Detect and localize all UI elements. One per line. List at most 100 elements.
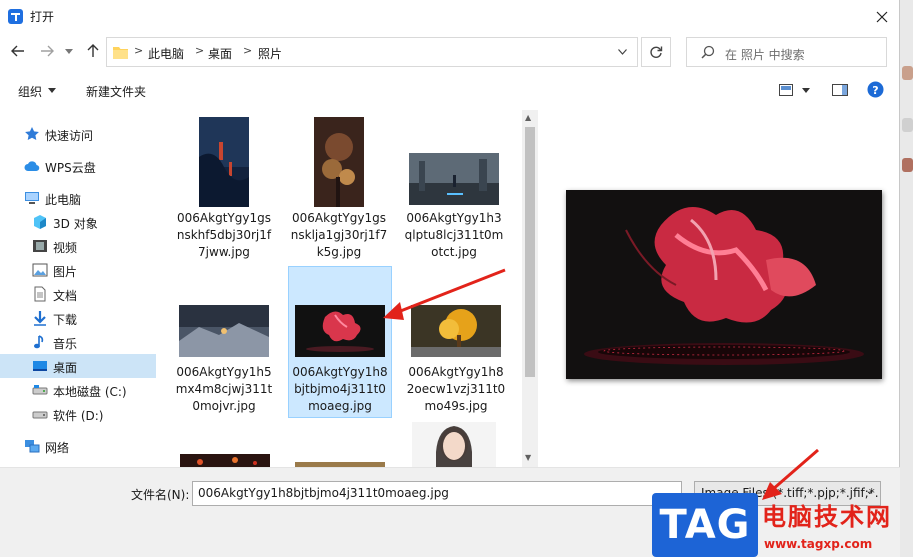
- up-button[interactable]: [82, 40, 104, 62]
- image-thumbnail: [199, 117, 249, 207]
- nav-item-wps-cloud[interactable]: WPS云盘: [0, 154, 156, 178]
- search-box[interactable]: 在 照片 中搜索: [686, 37, 887, 67]
- search-placeholder: 在 照片 中搜索: [725, 48, 805, 62]
- nav-item-downloads[interactable]: 下载: [0, 306, 156, 330]
- chevron-down-icon: [617, 49, 627, 55]
- arrow-up-icon: [87, 44, 99, 57]
- watermark-tag-logo: TAG: [652, 493, 758, 557]
- close-button[interactable]: [864, 0, 900, 33]
- arrow-left-icon: [11, 45, 24, 57]
- computer-icon: [25, 192, 39, 204]
- nav-item-music[interactable]: 音乐: [0, 330, 156, 354]
- command-bar: 组织 新建文件夹 ?: [0, 76, 900, 104]
- file-list: 006AkgtYgy1gs nskhf5dbj30rj1f 7jww.jpg 006…: [165, 110, 522, 467]
- download-icon: [34, 311, 46, 326]
- network-icon: [25, 440, 40, 453]
- new-folder-button[interactable]: 新建文件夹: [86, 83, 146, 100]
- scroll-down-icon[interactable]: ▼: [525, 453, 531, 462]
- chevron-down-icon: [65, 48, 73, 54]
- background-app-strip: [900, 0, 913, 557]
- video-icon: [33, 240, 47, 252]
- navigation-pane: 快速访问 WPS云盘 此电脑 3D 对象 视频 图片 文档 下载 音乐 桌面 本…: [0, 110, 158, 467]
- file-tile[interactable]: 006AkgtYgy1h3 qlptu8lcj311t0m otct.jpg: [402, 110, 506, 262]
- search-icon: [701, 45, 715, 59]
- nav-item-3d-objects[interactable]: 3D 对象: [0, 210, 156, 234]
- app-logo-icon: [8, 9, 23, 24]
- close-icon: [876, 11, 888, 22]
- breadcrumb-this-pc[interactable]: 此电脑: [148, 45, 184, 62]
- image-thumbnail: [412, 422, 496, 467]
- organize-menu[interactable]: 组织: [18, 83, 42, 100]
- file-tile-selected[interactable]: 006AkgtYgy1h8 bjtbjmo4j311t0 moaeg.jpg: [288, 266, 392, 418]
- cube-3d-icon: [34, 215, 46, 229]
- folder-icon: [113, 47, 128, 59]
- image-thumbnail: [314, 117, 364, 207]
- file-tile[interactable]: 006AkgtYgy1h8 2oecw1vzj311t0 mo49s.jpg: [404, 266, 508, 418]
- avatar: [902, 158, 913, 172]
- window-title: 打开: [30, 10, 55, 24]
- nav-item-desktop[interactable]: 桌面: [0, 354, 156, 378]
- filename-label: 文件名(N):: [131, 488, 190, 502]
- pictures-icon: [32, 263, 48, 277]
- refresh-icon: [650, 46, 663, 58]
- open-file-dialog: 打开 > 此电脑 > 桌面 > 照片 在 照片 中搜索 组织 新建文件夹 ? 快…: [0, 0, 900, 557]
- back-button[interactable]: [7, 40, 29, 62]
- cloud-icon: [24, 161, 40, 172]
- watermark-url: www.tagxp.com: [764, 537, 873, 551]
- file-name: 006AkgtYgy1h3 qlptu8lcj311t0m otct.jpg: [404, 211, 504, 259]
- breadcrumb-separator: >: [134, 44, 144, 57]
- help-icon[interactable]: ?: [867, 81, 884, 98]
- breadcrumb-photos[interactable]: 照片: [258, 45, 282, 62]
- title-bar: 打开: [0, 0, 900, 33]
- watermark: TAG 电脑技术网 www.tagxp.com: [652, 493, 913, 557]
- watermark-site-name: 电脑技术网: [762, 503, 892, 531]
- file-name: 006AkgtYgy1h5 mx4m8cjwj311t 0mojvr.jpg: [175, 365, 273, 413]
- nav-item-pictures[interactable]: 图片: [0, 258, 156, 282]
- image-thumbnail: [409, 153, 499, 205]
- nav-item-network[interactable]: 网络: [0, 434, 156, 458]
- chevron-down-icon[interactable]: [802, 88, 810, 93]
- view-options-icon[interactable]: [779, 84, 793, 96]
- avatar: [902, 118, 913, 132]
- file-list-scrollbar[interactable]: ▲ ▼: [522, 110, 538, 467]
- file-name: 006AkgtYgy1h8 bjtbjmo4j311t0 moaeg.jpg: [292, 365, 388, 413]
- chevron-down-icon: [48, 88, 56, 93]
- drive-icon: [32, 411, 48, 419]
- documents-icon: [34, 286, 46, 302]
- nav-item-videos[interactable]: 视频: [0, 234, 156, 258]
- refresh-button[interactable]: [641, 37, 671, 67]
- nav-item-documents[interactable]: 文档: [0, 282, 156, 306]
- file-tile[interactable]: 006AkgtYgy1gs nskhf5dbj30rj1f 7jww.jpg: [172, 110, 276, 262]
- scroll-thumb[interactable]: [525, 127, 535, 377]
- recent-locations-button[interactable]: [61, 40, 77, 62]
- avatar: [902, 66, 913, 80]
- image-thumbnail: [411, 305, 501, 357]
- breadcrumb-separator: >: [243, 44, 253, 57]
- file-tile[interactable]: 006AkgtYgy1h5 mx4m8cjwj311t 0mojvr.jpg: [172, 266, 276, 418]
- nav-item-this-pc[interactable]: 此电脑: [0, 186, 156, 210]
- file-name: 006AkgtYgy1gs nskhf5dbj30rj1f 7jww.jpg: [176, 211, 272, 259]
- address-history-dropdown[interactable]: [613, 44, 631, 60]
- filename-input[interactable]: 006AkgtYgy1h8bjtbjmo4j311t0moaeg.jpg: [192, 481, 682, 506]
- nav-item-software-d[interactable]: 软件 (D:): [0, 402, 156, 426]
- music-icon: [34, 335, 44, 349]
- file-name: 006AkgtYgy1h8 2oecw1vzj311t0 mo49s.jpg: [406, 365, 506, 413]
- drive-icon: [32, 385, 48, 395]
- arrow-right-icon: [41, 45, 54, 57]
- nav-item-quick-access[interactable]: 快速访问: [0, 122, 156, 146]
- image-thumbnail: [180, 454, 270, 467]
- breadcrumb-desktop[interactable]: 桌面: [208, 45, 232, 62]
- preview-image: [566, 190, 882, 379]
- desktop-icon: [33, 361, 47, 371]
- file-name: 006AkgtYgy1gs nsklja1gj30rj1f7 k5g.jpg: [290, 211, 388, 259]
- image-thumbnail: [179, 305, 269, 357]
- forward-button[interactable]: [36, 40, 58, 62]
- address-bar[interactable]: > 此电脑 > 桌面 > 照片: [106, 37, 638, 67]
- nav-item-local-disk-c[interactable]: 本地磁盘 (C:): [0, 378, 156, 402]
- preview-pane-icon[interactable]: [832, 84, 848, 96]
- breadcrumb-separator: >: [195, 44, 205, 57]
- file-tile[interactable]: 006AkgtYgy1gs nsklja1gj30rj1f7 k5g.jpg: [287, 110, 391, 262]
- scroll-up-icon[interactable]: ▲: [525, 113, 531, 122]
- star-pin-icon: [25, 127, 39, 140]
- svg-text:?: ?: [872, 84, 878, 97]
